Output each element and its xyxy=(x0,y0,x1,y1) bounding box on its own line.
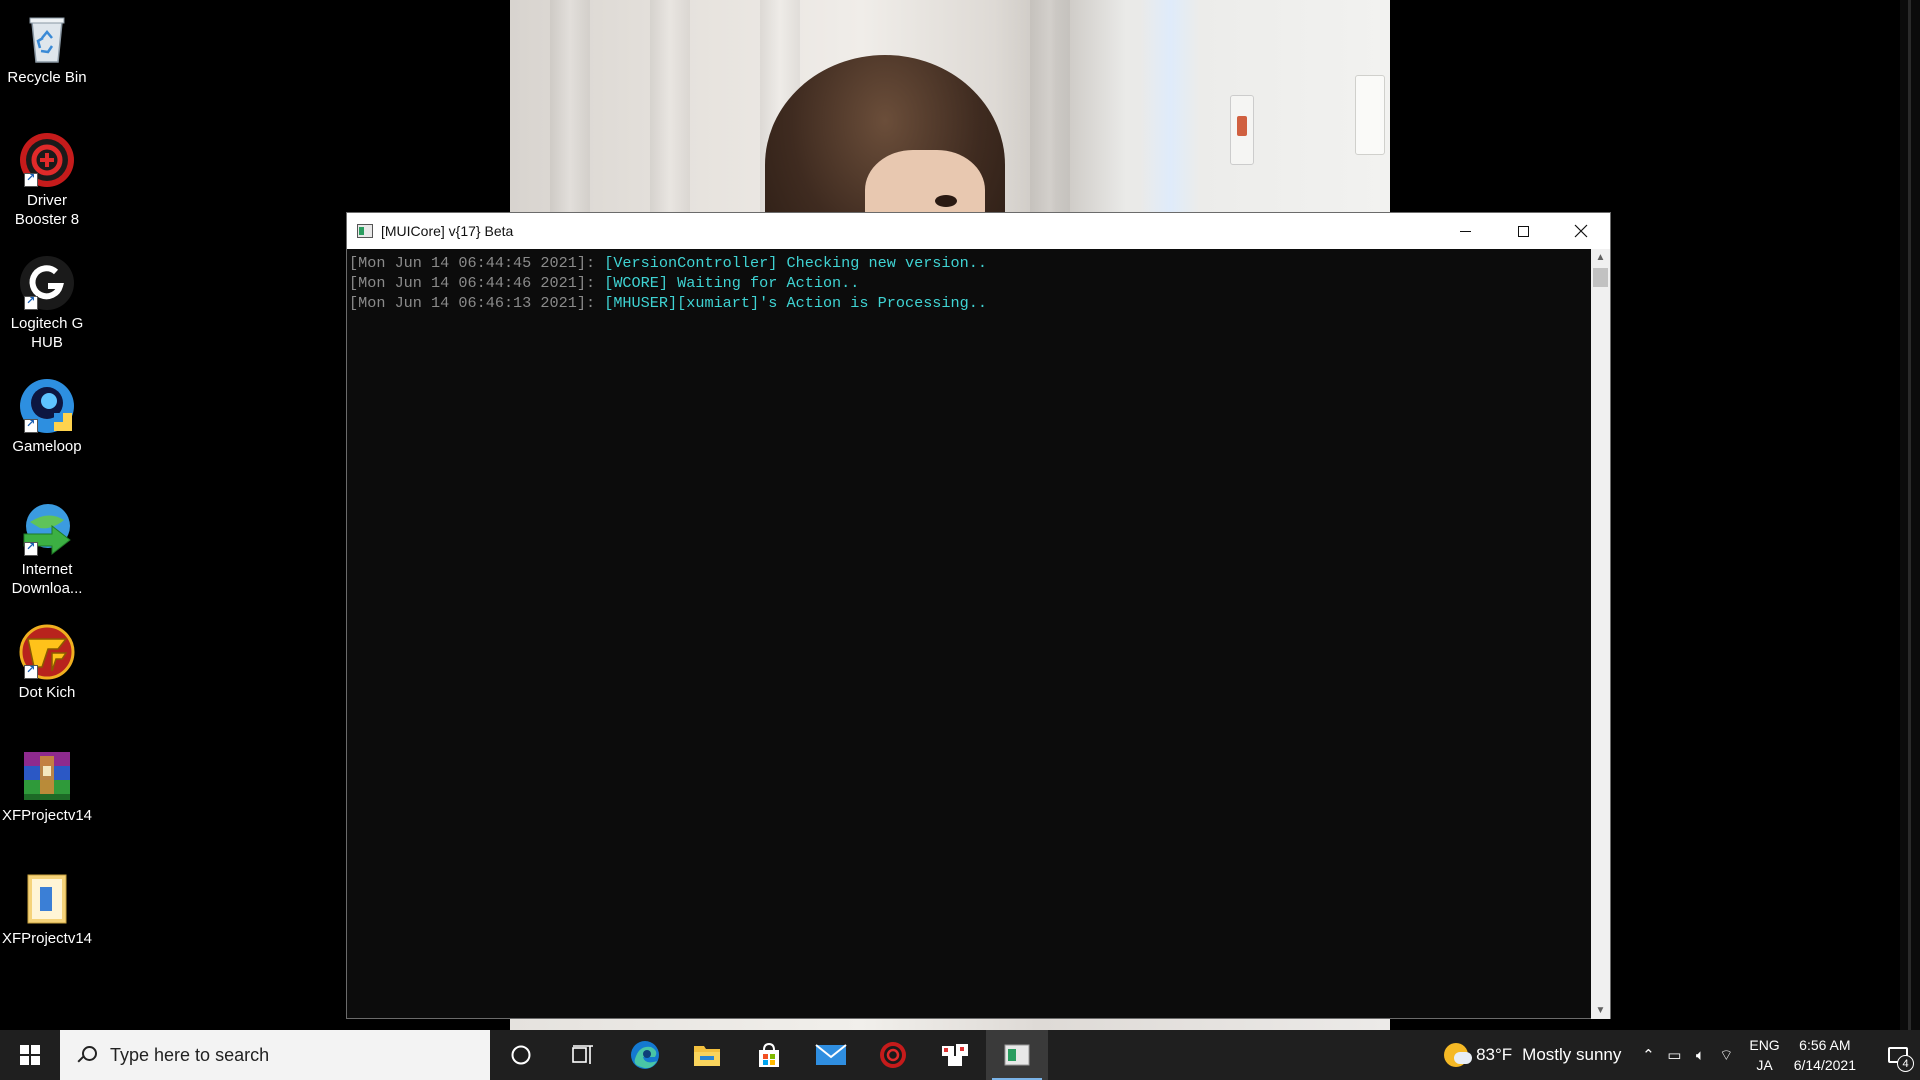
windows-logo-icon xyxy=(20,1045,40,1065)
desktop-icon-internet-download-manager[interactable]: Internet Downloa... xyxy=(0,492,94,598)
scroll-thumb[interactable] xyxy=(1593,268,1608,287)
taskbar-search[interactable] xyxy=(60,1030,490,1080)
clock-time: 6:56 AM xyxy=(1799,1037,1851,1053)
file-explorer-icon xyxy=(694,1046,720,1066)
gameloop-icon xyxy=(18,377,76,435)
desktop-icon-label: Driver Booster 8 xyxy=(14,192,80,228)
console-window[interactable]: [MUICore] v{17} Beta [Mon Jun 14 06:44:4… xyxy=(346,212,1611,1019)
desktop-icon-gameloop[interactable]: Gameloop xyxy=(0,369,94,456)
wallpaper-photo-top xyxy=(510,0,1390,212)
language-secondary: JA xyxy=(1756,1057,1773,1073)
mail-button[interactable] xyxy=(800,1030,862,1080)
volume-icon[interactable]: 🔈︎ xyxy=(1687,1047,1713,1064)
search-icon xyxy=(76,1045,97,1065)
vertical-scrollbar[interactable]: ▲ ▼ xyxy=(1591,249,1610,1019)
action-center-button[interactable]: 4 xyxy=(1876,1030,1920,1080)
task-view-button[interactable] xyxy=(552,1030,614,1080)
log-message: [WCORE] Waiting for Action.. xyxy=(604,274,860,292)
close-icon xyxy=(1574,224,1588,238)
desktop-icon-label: XFProjectv14 xyxy=(1,930,93,947)
start-button[interactable] xyxy=(0,1030,60,1080)
dot-kich-icon xyxy=(18,623,76,681)
logitech-g-hub-icon xyxy=(18,254,76,312)
recycle-bin-icon xyxy=(18,8,76,66)
minimize-icon xyxy=(1459,230,1471,232)
wallpaper-photo-bottom xyxy=(510,1018,1390,1030)
window-title: [MUICore] v{17} Beta xyxy=(381,223,514,239)
scroll-down-arrow-icon[interactable]: ▼ xyxy=(1591,1002,1610,1019)
desktop-icon-driver-booster[interactable]: Driver Booster 8 xyxy=(0,123,94,229)
scroll-up-arrow-icon[interactable]: ▲ xyxy=(1591,249,1610,266)
weather-condition: Mostly sunny xyxy=(1522,1045,1622,1064)
minimize-button[interactable] xyxy=(1436,213,1494,249)
chevron-up-icon[interactable]: ⌃ xyxy=(1635,1046,1661,1064)
driver-booster-icon xyxy=(18,131,76,189)
app-taskbar-button[interactable] xyxy=(924,1030,986,1080)
clock-date: 6/14/2021 xyxy=(1793,1057,1856,1073)
weather-widget[interactable]: 83°F Mostly sunny xyxy=(1444,1043,1621,1067)
taskbar: 83°F Mostly sunny ⌃ ▭ 🔈︎ ⌔ ENG JA 6:56 A… xyxy=(0,1030,1920,1080)
language-primary: ENG xyxy=(1749,1037,1780,1053)
notification-count: 4 xyxy=(1897,1055,1914,1072)
driver-booster-icon xyxy=(880,1042,906,1068)
network-icon[interactable]: ⌔ xyxy=(1713,1046,1739,1065)
winrar-archive-icon xyxy=(18,746,76,804)
file-explorer-button[interactable] xyxy=(676,1030,738,1080)
battery-icon[interactable]: ▭ xyxy=(1661,1046,1687,1064)
log-message: [VersionController] Checking new version… xyxy=(604,254,987,272)
desktop-icon-label: Dot Kich xyxy=(18,684,76,701)
desktop-icon-logitech-g-hub[interactable]: Logitech G HUB xyxy=(0,246,94,352)
log-message: [MHUSER][xumiart]'s Action is Processing… xyxy=(604,294,987,312)
cortana-icon xyxy=(511,1045,531,1065)
desktop-icon-label: Gameloop xyxy=(12,438,82,455)
cortana-button[interactable] xyxy=(490,1030,552,1080)
folder-icon xyxy=(18,869,76,927)
desktop-icon-label: Internet Downloa... xyxy=(11,561,83,597)
language-indicator[interactable]: ENG JA xyxy=(1749,1035,1779,1075)
desktop-icon-dot-kich[interactable]: Dot Kich xyxy=(0,615,94,702)
edge-button[interactable] xyxy=(614,1030,676,1080)
console-app-icon xyxy=(1004,1044,1030,1066)
desktop-icon-label: Logitech G HUB xyxy=(10,315,84,351)
store-button[interactable] xyxy=(738,1030,800,1080)
log-timestamp: [Mon Jun 14 06:44:46 2021]: xyxy=(349,274,596,292)
app-icon xyxy=(942,1044,968,1066)
desktop-icon-xfprojectv14-folder[interactable]: XFProjectv14 xyxy=(0,861,94,948)
window-titlebar[interactable]: [MUICore] v{17} Beta xyxy=(347,213,1610,249)
log-timestamp: [Mon Jun 14 06:44:45 2021]: xyxy=(349,254,596,272)
log-line: [Mon Jun 14 06:44:46 2021]: [WCORE] Wait… xyxy=(349,273,1592,293)
mail-icon xyxy=(815,1044,847,1065)
log-line: [Mon Jun 14 06:46:13 2021]: [MHUSER][xum… xyxy=(349,293,1592,313)
partly-sunny-icon xyxy=(1444,1043,1473,1067)
console-taskbar-button[interactable] xyxy=(986,1030,1048,1080)
log-line: [Mon Jun 14 06:44:45 2021]: [VersionCont… xyxy=(349,253,1592,273)
desktop-icon-label: Recycle Bin xyxy=(7,69,87,86)
console-output[interactable]: [Mon Jun 14 06:44:45 2021]: [VersionCont… xyxy=(347,249,1592,1019)
screen-edge-strip xyxy=(1900,0,1920,1030)
desktop-icon-recycle-bin[interactable]: Recycle Bin xyxy=(0,0,94,87)
edge-icon xyxy=(631,1041,659,1069)
console-app-icon[interactable] xyxy=(357,224,373,238)
log-timestamp: [Mon Jun 14 06:46:13 2021]: xyxy=(349,294,596,312)
desktop-icon-label: XFProjectv14 xyxy=(1,807,93,824)
search-input[interactable] xyxy=(110,1044,450,1066)
task-view-icon xyxy=(572,1045,593,1064)
close-button[interactable] xyxy=(1552,213,1610,249)
maximize-icon xyxy=(1517,225,1529,237)
weather-temp: 83°F xyxy=(1476,1045,1513,1064)
driver-booster-taskbar-button[interactable] xyxy=(862,1030,924,1080)
store-icon xyxy=(759,1042,779,1067)
taskbar-clock[interactable]: 6:56 AM 6/14/2021 xyxy=(1794,1035,1856,1075)
desktop-icon-xfprojectv14-archive[interactable]: XFProjectv14 xyxy=(0,738,94,825)
internet-download-manager-icon xyxy=(18,500,76,558)
taskbar-pinned-apps xyxy=(490,1030,1048,1080)
maximize-button[interactable] xyxy=(1494,213,1552,249)
system-tray: 83°F Mostly sunny ⌃ ▭ 🔈︎ ⌔ ENG JA 6:56 A… xyxy=(1444,1030,1920,1080)
